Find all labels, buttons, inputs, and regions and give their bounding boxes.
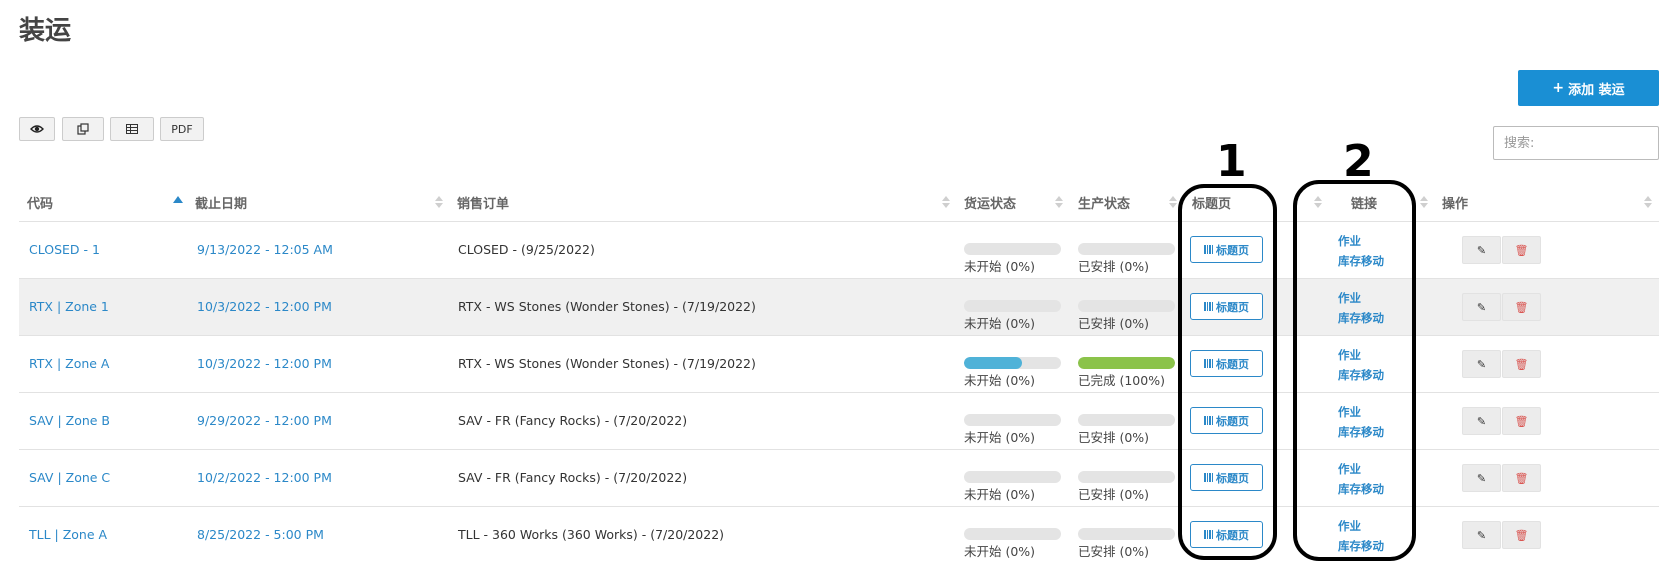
edit-icon: ✎ bbox=[1476, 415, 1487, 428]
code-link[interactable]: RTX | Zone A bbox=[29, 356, 109, 371]
ship-progress-bar bbox=[964, 357, 1061, 369]
pdf-button[interactable]: PDF bbox=[160, 117, 204, 141]
edit-button[interactable]: ✎ bbox=[1462, 350, 1501, 378]
prod-status-label: 已完成 (100%) bbox=[1078, 373, 1165, 388]
prod-status-label: 已安排 (0%) bbox=[1078, 430, 1150, 445]
ship-progress-bar bbox=[964, 300, 1061, 312]
trash-icon: 🗑 bbox=[1514, 301, 1529, 314]
prod-progress-bar bbox=[1078, 300, 1175, 312]
column-header-ship-status[interactable]: 货运状态 bbox=[964, 193, 1016, 212]
edit-button[interactable]: ✎ bbox=[1462, 464, 1501, 492]
view-button[interactable] bbox=[19, 117, 55, 141]
prod-status-label: 已安排 (0%) bbox=[1078, 544, 1150, 559]
edit-icon: ✎ bbox=[1476, 529, 1487, 542]
sales-order-text: SAV - FR (Fancy Rocks) - (7/20/2022) bbox=[458, 413, 688, 428]
ship-status-label: 未开始 (0%) bbox=[964, 316, 1036, 331]
deadline-link[interactable]: 9/13/2022 - 12:05 AM bbox=[197, 242, 333, 257]
code-link[interactable]: SAV | Zone C bbox=[29, 470, 110, 485]
add-shipment-button[interactable]: + 添加 装运 bbox=[1518, 70, 1659, 106]
prod-status-label: 已安排 (0%) bbox=[1078, 487, 1150, 502]
edit-button[interactable]: ✎ bbox=[1462, 293, 1501, 321]
edit-icon: ✎ bbox=[1476, 358, 1487, 371]
code-link[interactable]: SAV | Zone B bbox=[29, 413, 110, 428]
sort-icon[interactable] bbox=[942, 196, 950, 210]
prod-progress-fill bbox=[1078, 357, 1175, 369]
edit-icon: ✎ bbox=[1476, 244, 1487, 257]
trash-icon: 🗑 bbox=[1514, 415, 1529, 428]
ship-progress-bar bbox=[964, 471, 1061, 483]
excel-button[interactable] bbox=[110, 117, 154, 141]
sales-order-text: SAV - FR (Fancy Rocks) - (7/20/2022) bbox=[458, 470, 688, 485]
column-header-prod-status[interactable]: 生产状态 bbox=[1078, 193, 1130, 212]
column-header-sales-order[interactable]: 销售订单 bbox=[457, 193, 509, 212]
sales-order-text: CLOSED - (9/25/2022) bbox=[458, 242, 595, 257]
trash-icon: 🗑 bbox=[1514, 529, 1529, 542]
delete-button[interactable]: 🗑 bbox=[1502, 407, 1541, 435]
sort-icon[interactable] bbox=[1420, 196, 1428, 210]
edit-button[interactable]: ✎ bbox=[1462, 236, 1501, 264]
table-icon bbox=[126, 124, 138, 134]
eye-icon bbox=[30, 125, 44, 133]
delete-button[interactable]: 🗑 bbox=[1502, 293, 1541, 321]
trash-icon: 🗑 bbox=[1514, 472, 1529, 485]
column-header-deadline[interactable]: 截止日期 bbox=[195, 193, 247, 212]
code-link[interactable]: CLOSED - 1 bbox=[29, 242, 100, 257]
delete-button[interactable]: 🗑 bbox=[1502, 521, 1541, 549]
sales-order-text: RTX - WS Stones (Wonder Stones) - (7/19/… bbox=[458, 356, 756, 371]
deadline-link[interactable]: 8/25/2022 - 5:00 PM bbox=[197, 527, 324, 542]
ship-status-label: 未开始 (0%) bbox=[964, 373, 1036, 388]
sort-icon[interactable] bbox=[435, 196, 443, 210]
code-link[interactable]: RTX | Zone 1 bbox=[29, 299, 109, 314]
ship-status-label: 未开始 (0%) bbox=[964, 259, 1036, 274]
ship-progress-fill bbox=[964, 357, 1023, 369]
sort-icon[interactable] bbox=[1644, 196, 1652, 210]
edit-button[interactable]: ✎ bbox=[1462, 407, 1501, 435]
edit-icon: ✎ bbox=[1476, 301, 1487, 314]
trash-icon: 🗑 bbox=[1514, 358, 1529, 371]
ship-progress-bar bbox=[964, 528, 1061, 540]
prod-progress-bar bbox=[1078, 528, 1175, 540]
column-header-actions[interactable]: 操作 bbox=[1442, 193, 1468, 212]
deadline-link[interactable]: 10/3/2022 - 12:00 PM bbox=[197, 356, 332, 371]
ship-status-label: 未开始 (0%) bbox=[964, 487, 1036, 502]
add-shipment-label: 添加 装运 bbox=[1568, 82, 1625, 98]
prod-progress-bar bbox=[1078, 471, 1175, 483]
sort-icon[interactable] bbox=[1055, 196, 1063, 210]
ship-progress-bar bbox=[964, 414, 1061, 426]
sales-order-text: TLL - 360 Works (360 Works) - (7/20/2022… bbox=[458, 527, 725, 542]
delete-button[interactable]: 🗑 bbox=[1502, 350, 1541, 378]
copy-icon bbox=[77, 123, 89, 135]
callout-box-1 bbox=[1178, 184, 1277, 560]
deadline-link[interactable]: 10/3/2022 - 12:00 PM bbox=[197, 299, 332, 314]
prod-progress-bar bbox=[1078, 414, 1175, 426]
column-header-code[interactable]: 代码 bbox=[27, 193, 53, 212]
callout-box-2 bbox=[1293, 180, 1416, 561]
prod-progress-bar bbox=[1078, 243, 1175, 255]
prod-progress-bar bbox=[1078, 357, 1175, 369]
ship-progress-bar bbox=[964, 243, 1061, 255]
ship-status-label: 未开始 (0%) bbox=[964, 544, 1036, 559]
plus-icon: + bbox=[1552, 80, 1565, 96]
sort-asc-icon[interactable] bbox=[173, 196, 183, 203]
prod-status-label: 已安排 (0%) bbox=[1078, 316, 1150, 331]
callout-number-1: 1 bbox=[1216, 136, 1247, 187]
edit-button[interactable]: ✎ bbox=[1462, 521, 1501, 549]
callout-number-2: 2 bbox=[1343, 136, 1374, 187]
page-title: 装运 bbox=[19, 16, 72, 46]
delete-button[interactable]: 🗑 bbox=[1502, 464, 1541, 492]
ship-status-label: 未开始 (0%) bbox=[964, 430, 1036, 445]
deadline-link[interactable]: 9/29/2022 - 12:00 PM bbox=[197, 413, 332, 428]
edit-icon: ✎ bbox=[1476, 472, 1487, 485]
trash-icon: 🗑 bbox=[1514, 244, 1529, 257]
delete-button[interactable]: 🗑 bbox=[1502, 236, 1541, 264]
code-link[interactable]: TLL | Zone A bbox=[29, 527, 107, 542]
pdf-label: PDF bbox=[171, 122, 193, 136]
sort-icon[interactable] bbox=[1169, 196, 1177, 210]
deadline-link[interactable]: 10/2/2022 - 12:00 PM bbox=[197, 470, 332, 485]
search-input[interactable] bbox=[1493, 126, 1659, 160]
copy-button[interactable] bbox=[62, 117, 104, 141]
prod-status-label: 已安排 (0%) bbox=[1078, 259, 1150, 274]
sales-order-text: RTX - WS Stones (Wonder Stones) - (7/19/… bbox=[458, 299, 756, 314]
